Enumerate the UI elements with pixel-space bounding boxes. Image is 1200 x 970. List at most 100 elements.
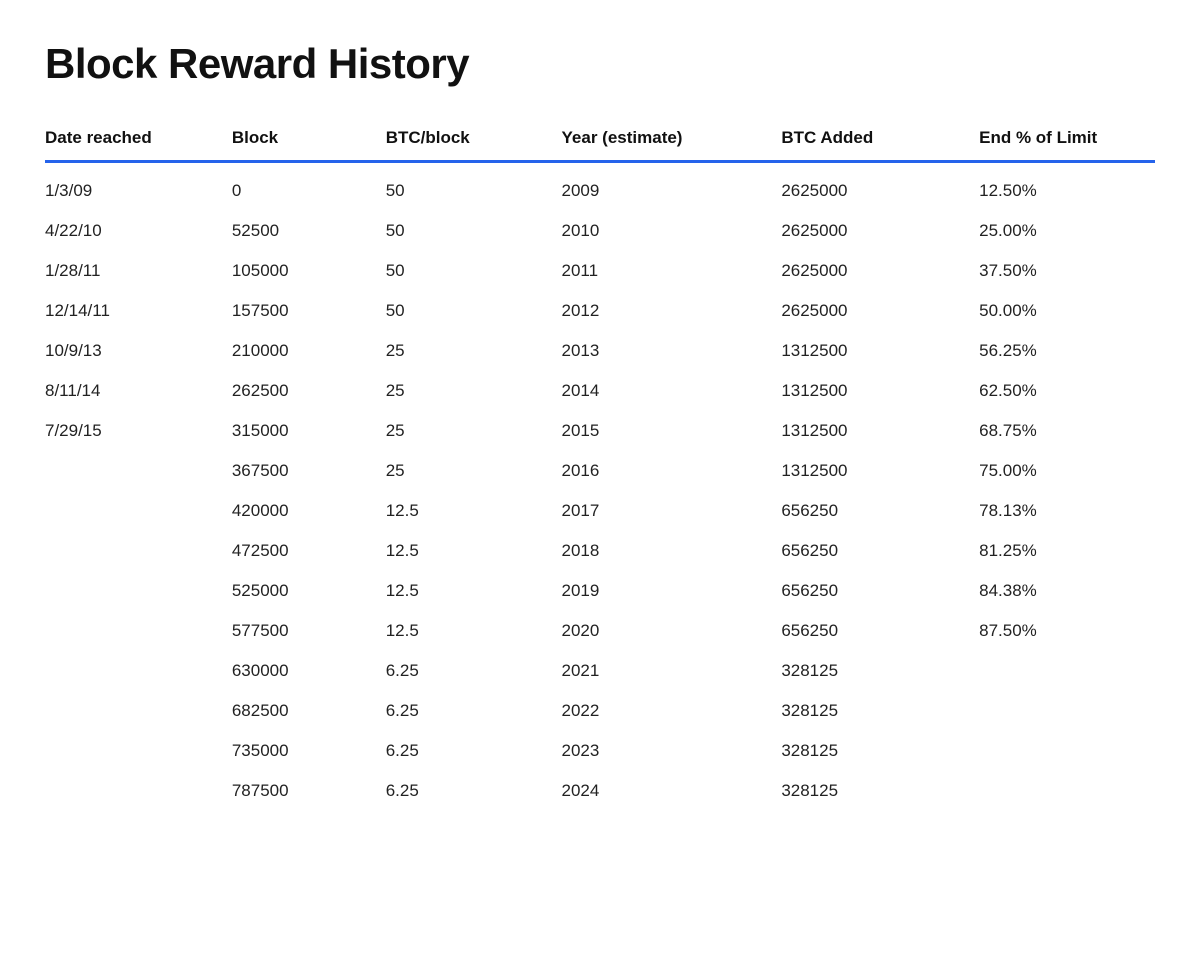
cell-year: 2016 (562, 451, 782, 491)
cell-btc_per_block: 6.25 (386, 731, 562, 771)
cell-block: 577500 (232, 611, 386, 651)
table-row: 6300006.252021328125 (45, 651, 1155, 691)
cell-btc_per_block: 25 (386, 371, 562, 411)
cell-year: 2022 (562, 691, 782, 731)
cell-btc_added: 328125 (781, 771, 979, 811)
cell-btc_per_block: 12.5 (386, 531, 562, 571)
cell-end_pct: 62.50% (979, 371, 1155, 411)
cell-block: 525000 (232, 571, 386, 611)
cell-block: 52500 (232, 211, 386, 251)
table-row: 4/22/1052500502010262500025.00% (45, 211, 1155, 251)
cell-btc_added: 656250 (781, 571, 979, 611)
table-row: 52500012.5201965625084.38% (45, 571, 1155, 611)
cell-btc_per_block: 12.5 (386, 611, 562, 651)
cell-btc_per_block: 25 (386, 411, 562, 451)
cell-date: 4/22/10 (45, 211, 232, 251)
cell-btc_per_block: 50 (386, 291, 562, 331)
table-row: 7875006.252024328125 (45, 771, 1155, 811)
cell-end_pct: 50.00% (979, 291, 1155, 331)
cell-date: 1/28/11 (45, 251, 232, 291)
cell-year: 2011 (562, 251, 782, 291)
cell-end_pct: 78.13% (979, 491, 1155, 531)
cell-end_pct: 81.25% (979, 531, 1155, 571)
col-header-date: Date reached (45, 128, 232, 162)
cell-date: 10/9/13 (45, 331, 232, 371)
cell-btc_added: 328125 (781, 731, 979, 771)
cell-end_pct: 68.75% (979, 411, 1155, 451)
cell-btc_per_block: 12.5 (386, 491, 562, 531)
cell-end_pct: 25.00% (979, 211, 1155, 251)
cell-block: 735000 (232, 731, 386, 771)
cell-block: 157500 (232, 291, 386, 331)
cell-block: 210000 (232, 331, 386, 371)
cell-btc_added: 656250 (781, 531, 979, 571)
table-row: 57750012.5202065625087.50% (45, 611, 1155, 651)
cell-year: 2014 (562, 371, 782, 411)
cell-end_pct: 12.50% (979, 162, 1155, 212)
cell-block: 420000 (232, 491, 386, 531)
cell-btc_added: 328125 (781, 651, 979, 691)
cell-btc_added: 328125 (781, 691, 979, 731)
cell-year: 2024 (562, 771, 782, 811)
table-row: 1/3/090502009262500012.50% (45, 162, 1155, 212)
cell-date (45, 491, 232, 531)
cell-block: 682500 (232, 691, 386, 731)
cell-year: 2019 (562, 571, 782, 611)
cell-btc_added: 1312500 (781, 411, 979, 451)
cell-btc_per_block: 12.5 (386, 571, 562, 611)
cell-year: 2020 (562, 611, 782, 651)
cell-date (45, 531, 232, 571)
table-row: 47250012.5201865625081.25% (45, 531, 1155, 571)
table-header-row: Date reached Block BTC/block Year (estim… (45, 128, 1155, 162)
cell-year: 2010 (562, 211, 782, 251)
cell-date (45, 731, 232, 771)
cell-date (45, 691, 232, 731)
cell-end_pct: 84.38% (979, 571, 1155, 611)
cell-btc_per_block: 25 (386, 331, 562, 371)
block-reward-table: Date reached Block BTC/block Year (estim… (45, 128, 1155, 811)
cell-date: 7/29/15 (45, 411, 232, 451)
table-row: 10/9/13210000252013131250056.25% (45, 331, 1155, 371)
cell-block: 367500 (232, 451, 386, 491)
cell-block: 315000 (232, 411, 386, 451)
page-title: Block Reward History (45, 40, 1155, 88)
col-header-year: Year (estimate) (562, 128, 782, 162)
cell-end_pct (979, 691, 1155, 731)
cell-btc_added: 2625000 (781, 251, 979, 291)
cell-year: 2015 (562, 411, 782, 451)
cell-end_pct (979, 731, 1155, 771)
col-header-block: Block (232, 128, 386, 162)
cell-block: 630000 (232, 651, 386, 691)
cell-date (45, 451, 232, 491)
cell-btc_added: 1312500 (781, 331, 979, 371)
table-row: 367500252016131250075.00% (45, 451, 1155, 491)
cell-year: 2009 (562, 162, 782, 212)
cell-btc_added: 2625000 (781, 162, 979, 212)
cell-btc_per_block: 50 (386, 211, 562, 251)
cell-btc_added: 2625000 (781, 291, 979, 331)
cell-date: 8/11/14 (45, 371, 232, 411)
cell-end_pct (979, 771, 1155, 811)
cell-year: 2018 (562, 531, 782, 571)
table-row: 8/11/14262500252014131250062.50% (45, 371, 1155, 411)
col-header-btc-added: BTC Added (781, 128, 979, 162)
table-row: 7350006.252023328125 (45, 731, 1155, 771)
cell-block: 0 (232, 162, 386, 212)
cell-end_pct: 75.00% (979, 451, 1155, 491)
cell-date: 12/14/11 (45, 291, 232, 331)
cell-btc_per_block: 6.25 (386, 651, 562, 691)
cell-year: 2012 (562, 291, 782, 331)
cell-block: 472500 (232, 531, 386, 571)
cell-year: 2013 (562, 331, 782, 371)
cell-date (45, 571, 232, 611)
cell-btc_per_block: 50 (386, 162, 562, 212)
cell-btc_added: 2625000 (781, 211, 979, 251)
cell-date: 1/3/09 (45, 162, 232, 212)
cell-btc_added: 1312500 (781, 371, 979, 411)
cell-year: 2021 (562, 651, 782, 691)
cell-year: 2023 (562, 731, 782, 771)
col-header-btc-per-block: BTC/block (386, 128, 562, 162)
cell-btc_per_block: 6.25 (386, 771, 562, 811)
cell-date (45, 651, 232, 691)
table-row: 12/14/11157500502012262500050.00% (45, 291, 1155, 331)
